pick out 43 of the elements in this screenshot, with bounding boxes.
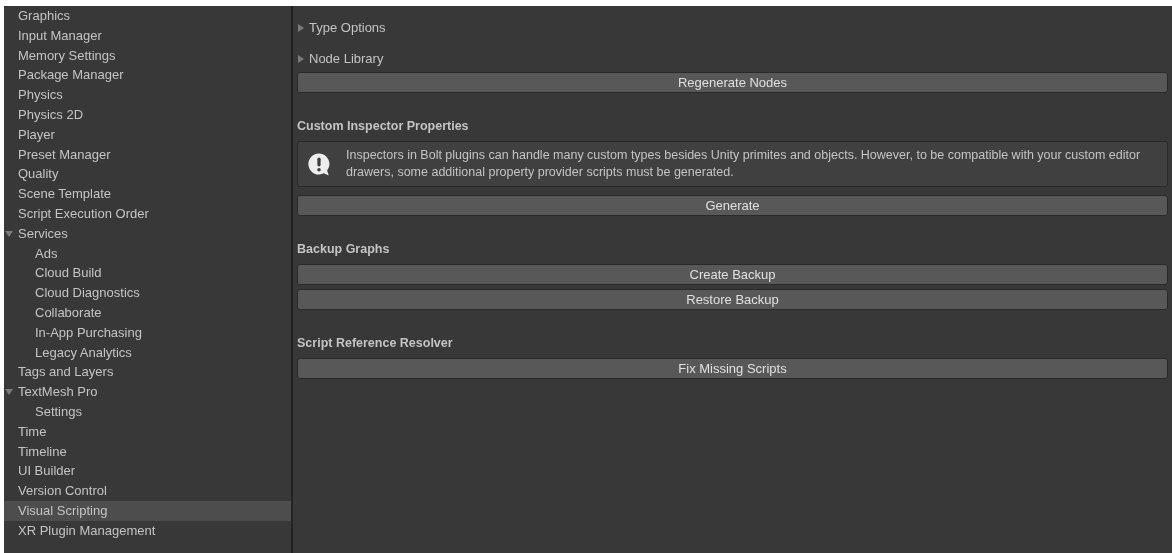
sidebar-item[interactable]: Cloud Diagnostics (4, 283, 291, 303)
section-heading: Backup Graphs (297, 242, 391, 256)
sidebar-item[interactable]: Scene Template (4, 184, 291, 204)
sidebar-item[interactable]: XR Plugin Management (4, 520, 291, 541)
sidebar-item[interactable]: Quality (4, 164, 291, 185)
sidebar-item[interactable]: Tags and Layers (4, 362, 291, 383)
sidebar-item[interactable]: Cloud Build (4, 263, 291, 284)
expanded-triangle-icon[interactable] (5, 388, 13, 397)
sidebar-item[interactable]: Collaborate (4, 302, 291, 323)
sidebar-item[interactable]: Legacy Analytics (4, 342, 291, 363)
sidebar-item[interactable]: Script Execution Order (4, 203, 291, 224)
sidebar-item[interactable]: Graphics (4, 6, 291, 26)
sidebar-item[interactable]: Time (4, 421, 291, 442)
expanded-triangle-icon[interactable] (5, 229, 13, 238)
sidebar-item[interactable]: In-App Purchasing (4, 322, 291, 343)
sidebar-item[interactable]: Memory Settings (4, 45, 291, 66)
action-button[interactable]: Generate (297, 195, 1168, 216)
section-heading: Script Reference Resolver (297, 336, 454, 350)
action-button[interactable]: Restore Backup (297, 289, 1168, 310)
collapsed-triangle-icon (297, 55, 305, 63)
action-button[interactable]: Create Backup (297, 264, 1168, 285)
help-text: Inspectors in Bolt plugins can handle many custom types besides Unity primites and objects. However, to be compatible with your custom editor drawers, some additional property provider scripts must be generated. (346, 147, 1142, 181)
sidebar-item[interactable]: TextMesh Pro (4, 382, 291, 402)
sidebar-item[interactable]: Settings (4, 401, 291, 422)
sidebar-item[interactable]: Package Manager (4, 65, 291, 86)
action-button[interactable]: Regenerate Nodes (297, 72, 1168, 93)
foldout-header[interactable]: Type Options (297, 19, 1168, 37)
collapsed-triangle-icon (297, 24, 305, 32)
exclamation-bubble-icon (306, 151, 332, 177)
sidebar-item[interactable]: Input Manager (4, 25, 291, 46)
sidebar-item[interactable]: Timeline (4, 441, 291, 462)
foldout-header[interactable]: Node Library (297, 50, 1168, 68)
sidebar-item[interactable]: UI Builder (4, 461, 291, 482)
sidebar-item[interactable]: Player (4, 124, 291, 145)
sidebar-item[interactable]: Version Control (4, 481, 291, 501)
sidebar-item[interactable]: Physics (4, 85, 291, 105)
sidebar-item[interactable]: Visual Scripting (4, 500, 291, 521)
sidebar-item[interactable]: Physics 2D (4, 105, 291, 125)
action-button[interactable]: Fix Missing Scripts (297, 358, 1168, 379)
sidebar-item[interactable]: Ads (4, 243, 291, 264)
sidebar-item[interactable]: Preset Manager (4, 144, 291, 165)
section-heading: Custom Inspector Properties (297, 119, 470, 133)
sidebar-item[interactable]: Services (4, 223, 291, 244)
